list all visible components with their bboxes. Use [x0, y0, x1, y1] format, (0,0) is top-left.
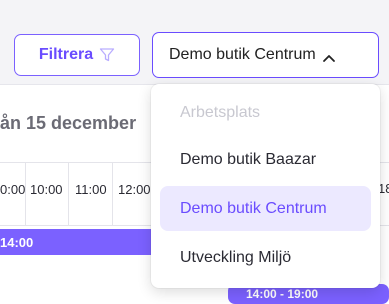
timeline-tick: 0:00 — [0, 182, 26, 197]
timeline-divider — [25, 163, 26, 225]
dropdown-option-label: Demo butik Baazar — [180, 150, 317, 168]
dropdown-option-label: Utveckling Miljö — [180, 248, 292, 266]
shift-time-label: 14:00 — [0, 234, 34, 250]
store-select-value: Demo butik Centrum — [169, 46, 316, 63]
chevron-up-icon — [322, 50, 336, 62]
timeline-tick: 11:00 — [75, 182, 107, 197]
dropdown-option-arbetsplats: Arbetsplats — [160, 90, 371, 135]
timeline-tick: 10:00 — [30, 182, 63, 197]
dropdown-option-demo-butik-centrum[interactable]: Demo butik Centrum — [160, 186, 371, 231]
filter-funnel-icon — [99, 47, 115, 63]
dropdown-option-demo-butik-baazar[interactable]: Demo butik Baazar — [160, 137, 371, 182]
store-dropdown-menu: Arbetsplats Demo butik Baazar Demo butik… — [151, 84, 380, 288]
store-select[interactable]: Demo butik Centrum — [152, 32, 379, 78]
filter-button[interactable]: Filtrera — [14, 34, 140, 76]
dropdown-option-label: Arbetsplats — [180, 103, 261, 121]
dropdown-option-label: Demo butik Centrum — [180, 199, 327, 217]
shift-bar[interactable]: 14:00 — [0, 229, 160, 255]
timeline-divider — [112, 163, 113, 225]
date-range-label: ån 15 december — [0, 113, 137, 133]
filter-button-label: Filtrera — [38, 46, 94, 63]
timeline-divider — [68, 163, 69, 225]
dropdown-option-utveckling-miljo[interactable]: Utveckling Miljö — [160, 235, 371, 280]
timeline-tick: 12:00 — [118, 182, 151, 197]
